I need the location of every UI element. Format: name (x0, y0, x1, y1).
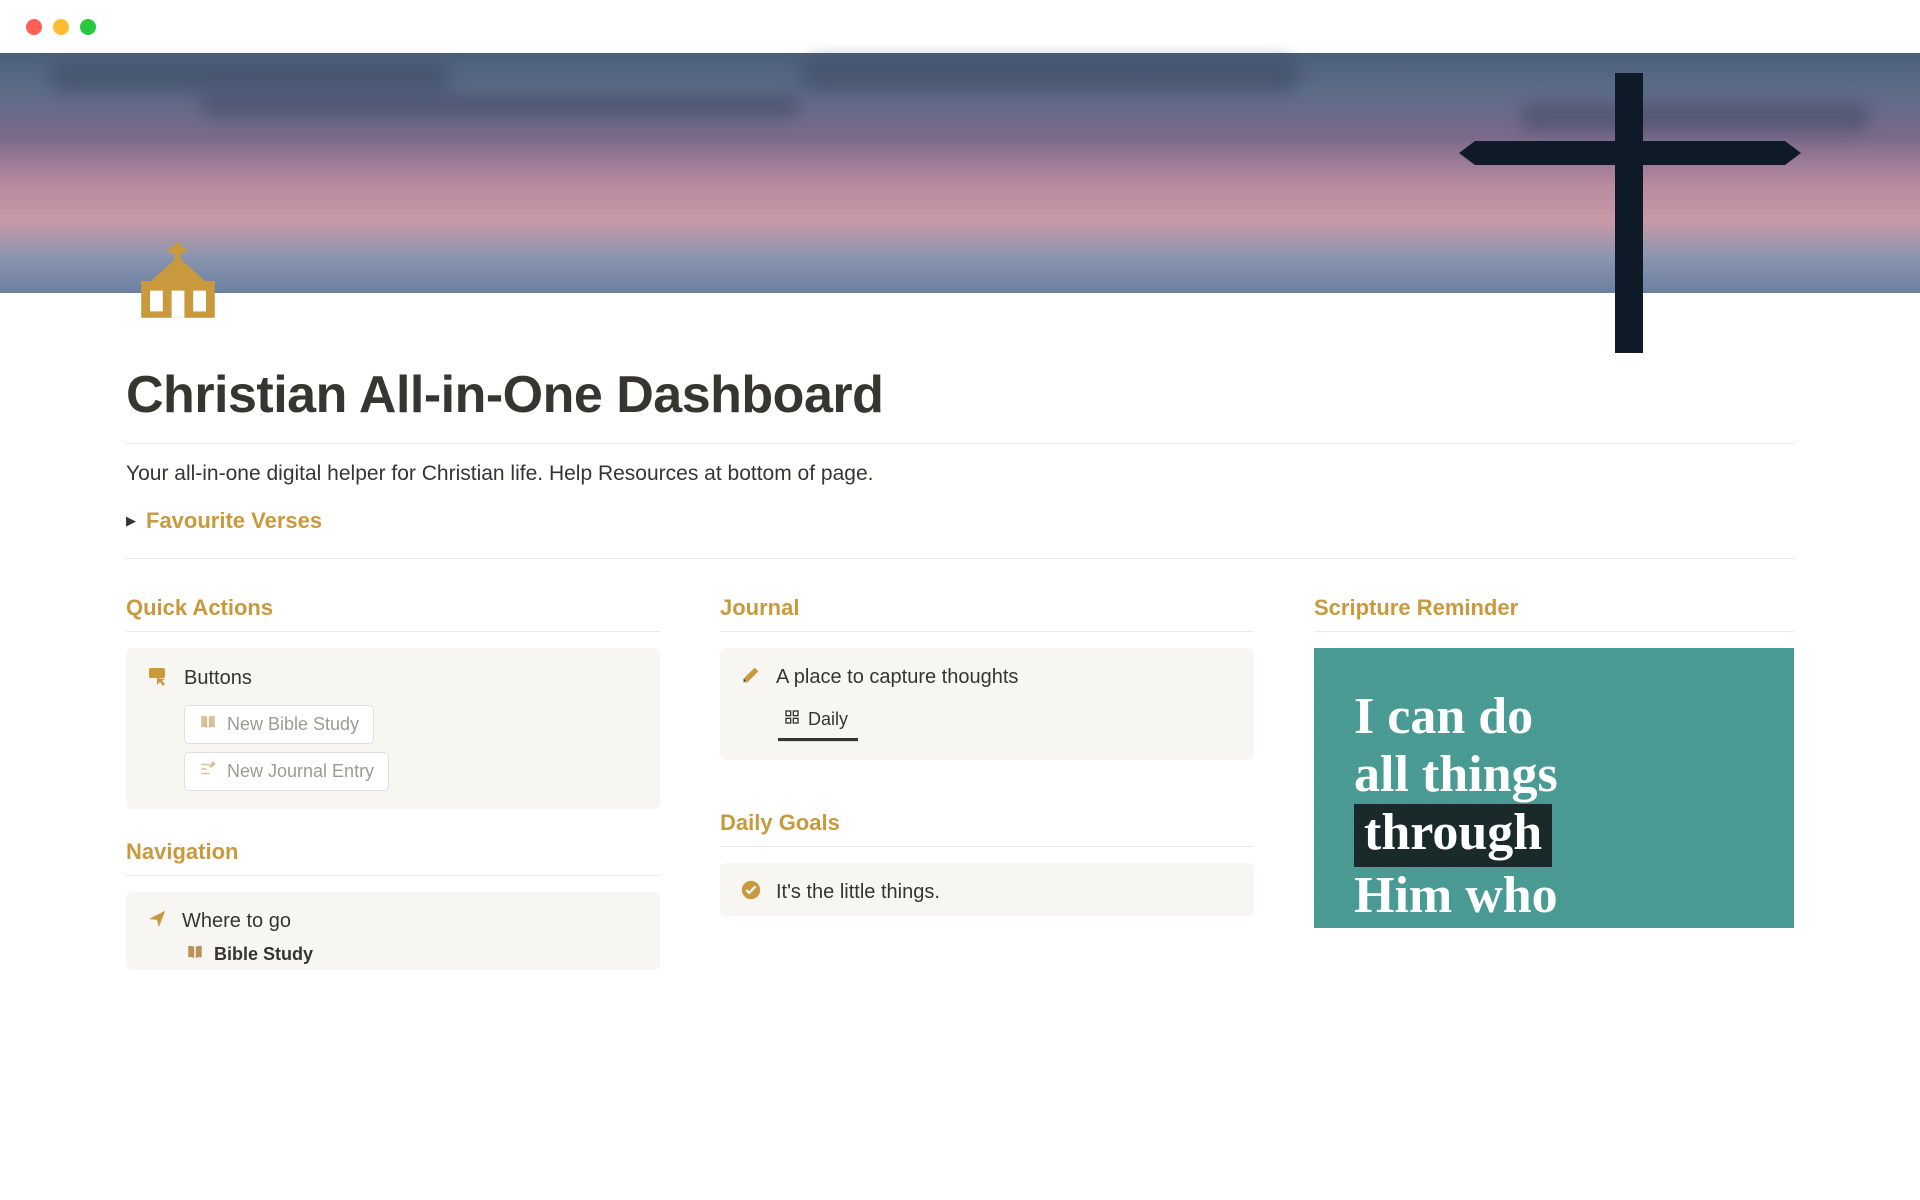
favourite-verses-toggle[interactable]: ▶ Favourite Verses (126, 502, 1794, 540)
quick-actions-title: Quick Actions (126, 595, 660, 621)
nav-item-label: Bible Study (214, 944, 313, 965)
edit-icon (199, 760, 217, 783)
grid-icon (784, 709, 800, 730)
scripture-line-2: all things (1354, 746, 1754, 804)
journal-card-title: A place to capture thoughts (776, 666, 1018, 689)
new-bible-study-button[interactable]: New Bible Study (184, 705, 374, 744)
favourite-verses-label: Favourite Verses (146, 508, 322, 534)
window-fullscreen-button[interactable] (80, 19, 96, 35)
navigation-title: Navigation (126, 839, 660, 865)
journal-tabs: Daily (778, 703, 858, 742)
scripture-image: I can do all things through Him who (1314, 648, 1794, 928)
journal-card: A place to capture thoughts Daily (720, 648, 1254, 760)
chevron-right-icon: ▶ (126, 513, 136, 529)
window-close-button[interactable] (26, 19, 42, 35)
book-icon (199, 713, 217, 736)
navigation-card: Where to go Bible Study (126, 892, 660, 970)
divider (126, 443, 1794, 444)
navigation-card-title: Where to go (182, 910, 291, 933)
divider (126, 875, 660, 876)
scripture-line-1: I can do (1354, 688, 1754, 746)
scripture-line-3: through (1354, 804, 1754, 866)
scripture-reminder-title: Scripture Reminder (1314, 595, 1794, 621)
nav-item-bible-study[interactable]: Bible Study (186, 943, 640, 966)
page-title: Christian All-in-One Dashboard (126, 365, 1794, 425)
book-icon (186, 943, 204, 966)
tab-daily[interactable]: Daily (778, 703, 858, 741)
divider (1314, 631, 1794, 632)
window-chrome (0, 0, 1920, 53)
page-subtitle: Your all-in-one digital helper for Chris… (126, 462, 1794, 486)
check-circle-icon (740, 879, 762, 906)
daily-goals-card: It's the little things. (720, 863, 1254, 916)
cover-image (0, 53, 1920, 293)
navigation-arrow-icon (146, 908, 168, 935)
daily-goals-card-title: It's the little things. (776, 881, 940, 904)
divider (126, 558, 1794, 559)
divider (720, 846, 1254, 847)
buttons-icon (146, 664, 170, 693)
journal-title: Journal (720, 595, 1254, 621)
new-bible-study-label: New Bible Study (227, 714, 359, 735)
pencil-icon (740, 664, 762, 691)
scripture-line-4: Him who (1354, 867, 1754, 925)
church-icon (138, 241, 218, 321)
tab-daily-label: Daily (808, 709, 848, 730)
divider (720, 631, 1254, 632)
new-journal-entry-label: New Journal Entry (227, 761, 374, 782)
divider (126, 631, 660, 632)
new-journal-entry-button[interactable]: New Journal Entry (184, 752, 389, 791)
window-minimize-button[interactable] (53, 19, 69, 35)
quick-actions-card-title: Buttons (184, 667, 252, 690)
daily-goals-title: Daily Goals (720, 810, 1254, 836)
quick-actions-card: Buttons New Bible Study New Journal Entr… (126, 648, 660, 809)
